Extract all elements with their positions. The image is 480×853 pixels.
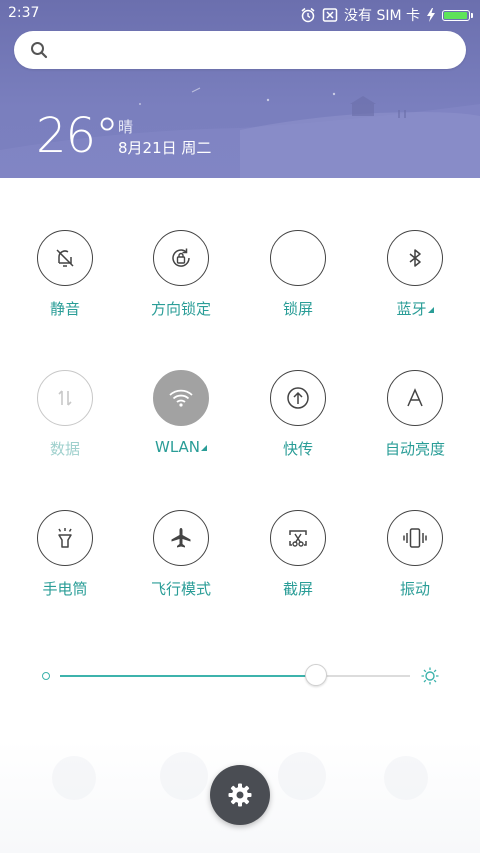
- toggle-label-vibrate: 振动: [399, 580, 430, 598]
- ghost-icon: [52, 756, 96, 800]
- toggle-wlan[interactable]: WLAN: [126, 370, 236, 456]
- airplane-icon: [171, 528, 191, 548]
- toggle-label-airplane: 飞行模式: [150, 580, 211, 598]
- search-icon: [31, 42, 48, 59]
- brightness-fill: [60, 675, 316, 677]
- settings-button[interactable]: [210, 765, 270, 825]
- toggle-label-flashlight: 手电筒: [42, 580, 88, 598]
- airplane-button[interactable]: [153, 510, 209, 566]
- toggle-label-mobile-data: 数据: [49, 440, 80, 458]
- ghost-icon: [384, 756, 428, 800]
- toggle-mobile-data[interactable]: 数据: [10, 370, 120, 459]
- search-bar[interactable]: [14, 31, 466, 69]
- toggle-vibrate[interactable]: 振动: [360, 510, 470, 599]
- toggle-label-quick-transfer: 快传: [282, 440, 313, 458]
- weather-header: 2:37 没有 SIM 卡 26° 晴 8月21日 周二: [0, 0, 480, 178]
- battery-fill: [444, 11, 467, 19]
- bell-off-icon: [56, 249, 74, 267]
- brightness-slider[interactable]: [60, 664, 410, 686]
- mute-button[interactable]: [37, 230, 93, 286]
- quick-transfer-button[interactable]: [270, 370, 326, 426]
- status-bar: 2:37 没有 SIM 卡: [0, 0, 480, 28]
- toggle-quick-transfer[interactable]: 快传: [243, 370, 353, 459]
- toggle-label-auto-brightness: 自动亮度: [384, 440, 445, 458]
- toggle-auto-brightness[interactable]: 自动亮度: [360, 370, 470, 459]
- toggle-label-lock-screen: 锁屏: [282, 300, 313, 318]
- toggle-rotation-lock[interactable]: 方向锁定: [126, 230, 236, 319]
- wifi-icon: [169, 389, 193, 407]
- wlan-button[interactable]: [153, 370, 209, 426]
- mobile-data-button[interactable]: [37, 370, 93, 426]
- auto-brightness-button[interactable]: [387, 370, 443, 426]
- brightness-max-icon: [421, 667, 439, 685]
- rotation-lock-button[interactable]: [153, 230, 209, 286]
- expand-indicator-icon: [427, 307, 434, 313]
- bluetooth-button[interactable]: [387, 230, 443, 286]
- alarm-icon: [301, 7, 315, 23]
- rotation-lock-icon: [172, 248, 190, 267]
- expand-indicator-icon: [201, 445, 207, 451]
- carrier-text: 没有 SIM 卡: [344, 8, 420, 24]
- ghost-icon: [278, 752, 326, 800]
- toggle-mute[interactable]: 静音: [10, 230, 120, 319]
- auto-brightness-icon: [407, 388, 423, 407]
- toggle-airplane[interactable]: 飞行模式: [126, 510, 236, 599]
- temperature: 26°: [36, 108, 119, 164]
- vibrate-icon: [403, 528, 427, 548]
- toggle-label-wlan-wrap: WLAN: [126, 438, 236, 456]
- weather-condition: 晴: [118, 118, 134, 136]
- toggle-screenshot[interactable]: 截屏: [243, 510, 353, 599]
- toggle-label-bluetooth-wrap: 蓝牙: [360, 298, 470, 319]
- gear-icon: [228, 783, 252, 807]
- toggle-label-rotation-lock: 方向锁定: [150, 300, 211, 318]
- toggle-label-mute: 静音: [49, 300, 80, 318]
- charging-icon: [427, 8, 435, 22]
- quick-transfer-icon: [287, 387, 309, 409]
- screenshot-icon: [289, 530, 307, 547]
- mobile-data-icon: [58, 390, 72, 406]
- toggle-flashlight[interactable]: 手电筒: [10, 510, 120, 599]
- brightness-min-icon: [42, 672, 50, 680]
- screenshot-button[interactable]: [270, 510, 326, 566]
- toggle-label-wlan: WLAN: [154, 438, 200, 456]
- status-time: 2:37: [8, 5, 40, 21]
- ghost-icon: [160, 752, 208, 800]
- bluetooth-icon: [409, 249, 421, 267]
- toggle-label-screenshot: 截屏: [282, 580, 313, 598]
- battery-icon: [442, 9, 473, 21]
- toggle-label-bluetooth: 蓝牙: [396, 300, 427, 318]
- brightness-thumb[interactable]: [304, 664, 327, 686]
- flashlight-button[interactable]: [37, 510, 93, 566]
- no-sim-icon: [322, 8, 338, 22]
- lock-screen-button[interactable]: [270, 230, 326, 286]
- vibrate-button[interactable]: [387, 510, 443, 566]
- flashlight-icon: [58, 528, 72, 548]
- weather-date: 8月21日 周二: [118, 139, 212, 157]
- toggle-lock-screen[interactable]: 锁屏: [243, 230, 353, 319]
- toggle-bluetooth[interactable]: 蓝牙: [360, 230, 470, 319]
